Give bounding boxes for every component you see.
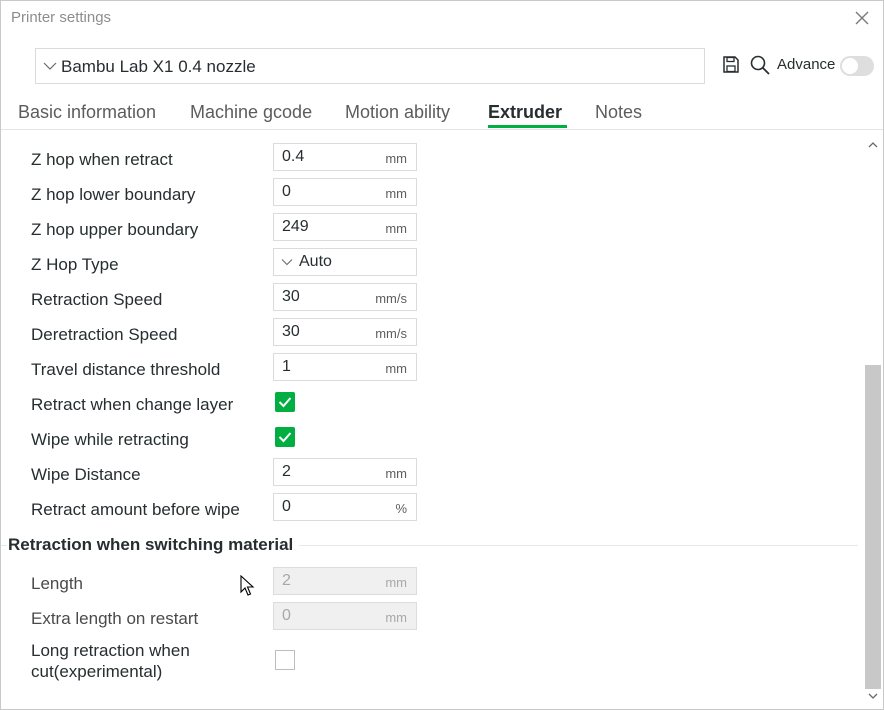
wipe-distance-input[interactable]: 2 mm [273,458,417,486]
search-button[interactable] [749,54,771,76]
field-value: 30 [282,288,300,305]
field-value: 0 [282,183,291,200]
setting-row: Z hop upper boundary 249 mm [1,212,861,247]
setting-label: Retraction Speed [31,290,163,309]
tab-extruder[interactable]: Extruder [488,102,562,123]
setting-label: Retract when change layer [31,395,234,414]
tab-motion-ability[interactable]: Motion ability [345,102,450,123]
setting-row: Z hop when retract 0.4 mm [1,142,861,177]
setting-label: Length [31,574,83,593]
setting-row: Retract amount before wipe 0 % [1,492,861,527]
long-retraction-when-cut-checkbox[interactable] [275,650,295,670]
retract-amount-before-wipe-input[interactable]: 0 % [273,493,417,521]
save-icon [723,56,739,73]
field-value: 0 [282,607,291,624]
z-hop-upper-boundary-input[interactable]: 249 mm [273,213,417,241]
setting-row: Retract when change layer [1,387,861,422]
setting-row: Z hop lower boundary 0 mm [1,177,861,212]
section-title: Retraction when switching material [8,535,300,555]
deretraction-speed-input[interactable]: 30 mm/s [273,318,417,346]
field-unit: mm [385,575,407,590]
setting-row: Retraction Speed 30 mm/s [1,282,861,317]
field-value: 30 [282,323,300,340]
setting-row: Long retraction when cut(experimental) [1,641,861,685]
setting-label-line2: cut(experimental) [31,662,163,681]
mouse-pointer-icon [240,575,255,596]
field-unit: mm [385,466,407,481]
printer-settings-dialog: Printer settings Bambu Lab X1 0.4 nozzle… [0,0,884,710]
field-unit: mm/s [375,291,407,306]
setting-row: Wipe while retracting [1,422,861,457]
retraction-speed-input[interactable]: 30 mm/s [273,283,417,311]
setting-row: Wipe Distance 2 mm [1,457,861,492]
setting-row: Extra length on restart 0 mm [1,601,861,636]
tab-machine-gcode[interactable]: Machine gcode [190,102,312,123]
z-hop-lower-boundary-input[interactable]: 0 mm [273,178,417,206]
setting-label: Extra length on restart [31,609,199,628]
toggle-knob [842,58,858,74]
setting-label: Wipe while retracting [31,430,189,449]
preset-name: Bambu Lab X1 0.4 nozzle [61,57,256,76]
dropdown-value: Auto [299,253,332,270]
check-icon [278,432,292,443]
setting-label: Deretraction Speed [31,325,178,344]
field-unit: mm [385,361,407,376]
field-value: 2 [282,463,291,480]
setting-row: Z Hop Type Auto [1,247,861,282]
setting-label: Z hop when retract [31,150,173,169]
retract-when-change-layer-checkbox[interactable] [275,392,295,412]
switch-retraction-length-input: 2 mm [273,567,417,595]
check-icon [278,397,292,408]
setting-label: Z hop lower boundary [31,185,196,204]
arrow-down-icon[interactable] [868,692,878,700]
extra-length-on-restart-input: 0 mm [273,602,417,630]
field-value: 0 [282,498,291,515]
travel-distance-threshold-input[interactable]: 1 mm [273,353,417,381]
window-title: Printer settings [11,9,112,26]
tab-notes[interactable]: Notes [595,102,642,123]
title-bar: Printer settings [1,1,883,35]
setting-label: Wipe Distance [31,465,141,484]
tab-divider [1,129,883,130]
setting-label: Retract amount before wipe [31,500,240,519]
field-unit: mm [385,221,407,236]
close-icon [855,11,869,25]
field-unit: % [395,501,407,516]
field-value: 0.4 [282,148,305,165]
scrollbar-thumb[interactable] [865,365,881,689]
field-value: 249 [282,218,309,235]
setting-label: Z Hop Type [31,255,119,274]
chevron-down-icon [281,259,293,266]
field-unit: mm [385,610,407,625]
setting-label-line1: Long retraction when [31,641,190,660]
close-button[interactable] [849,5,875,31]
tab-basic-information[interactable]: Basic information [18,102,156,123]
arrow-up-icon[interactable] [868,141,878,149]
active-tab-indicator [488,125,567,128]
z-hop-when-retract-input[interactable]: 0.4 mm [273,143,417,171]
field-value: 1 [282,358,291,375]
section-divider [1,545,7,546]
setting-row: Deretraction Speed 30 mm/s [1,317,861,352]
setting-row: Length 2 mm [1,566,861,601]
chevron-down-icon [43,62,57,70]
field-value: 2 [282,572,291,589]
setting-label: Z hop upper boundary [31,220,199,239]
vertical-scrollbar[interactable] [863,135,883,709]
field-unit: mm/s [375,326,407,341]
search-icon [750,55,770,75]
wipe-while-retracting-checkbox[interactable] [275,427,295,447]
save-button[interactable] [721,55,741,75]
field-unit: mm [385,186,407,201]
advance-toggle[interactable] [840,56,874,76]
z-hop-type-dropdown[interactable]: Auto [273,248,417,276]
printer-preset-dropdown[interactable]: Bambu Lab X1 0.4 nozzle [35,48,705,84]
advance-label: Advance [777,56,836,73]
field-unit: mm [385,151,407,166]
setting-label: Travel distance threshold [31,360,221,379]
setting-row: Travel distance threshold 1 mm [1,352,861,387]
